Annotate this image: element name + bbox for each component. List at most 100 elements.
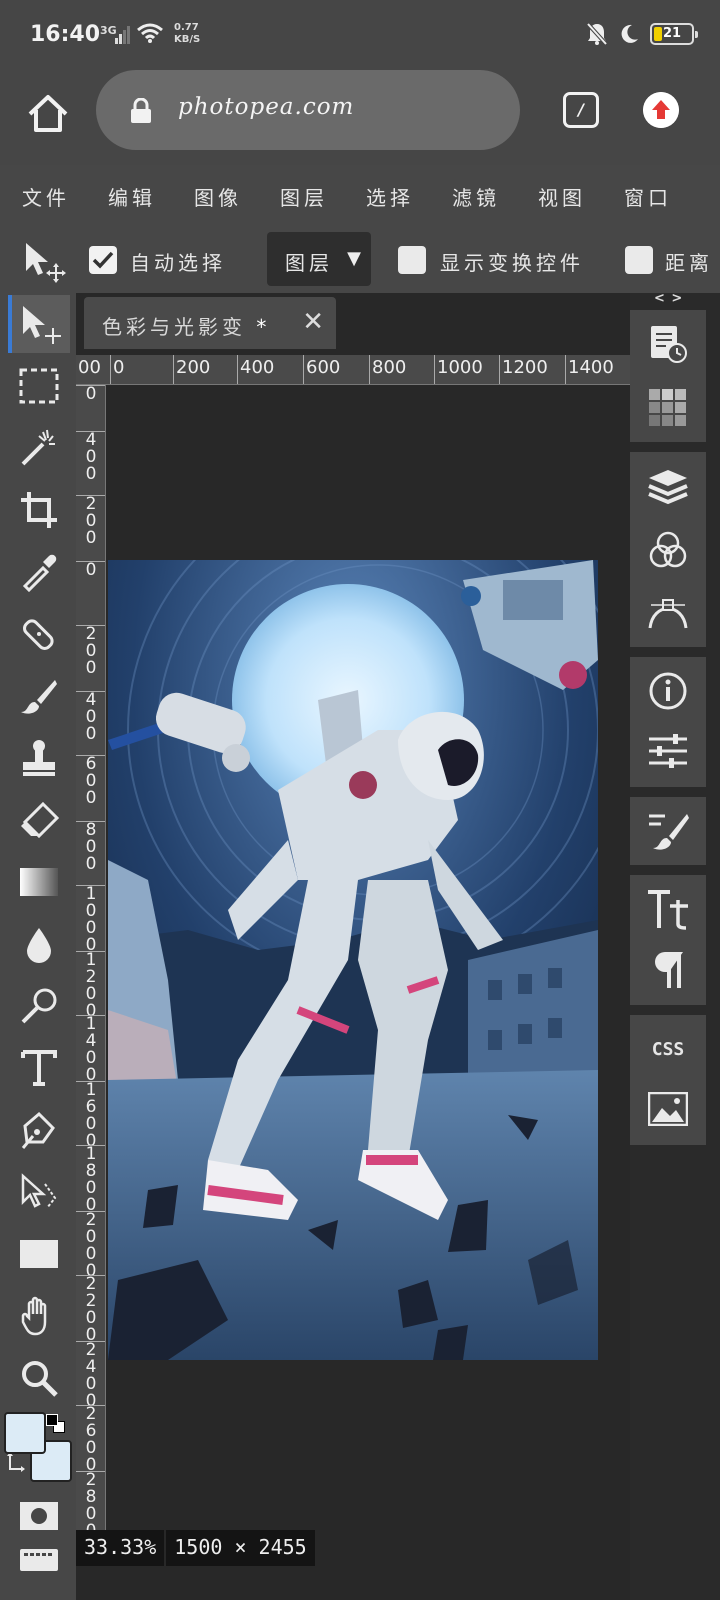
brush-settings-panel-button[interactable]: [646, 809, 690, 853]
collapse-panels-button[interactable]: < >: [654, 291, 683, 306]
layers-panel-button[interactable]: [646, 464, 690, 508]
eyedropper-tool[interactable]: [8, 543, 70, 601]
ruler-tick: 0: [76, 385, 105, 403]
clone-stamp-tool[interactable]: [8, 729, 70, 787]
eraser-icon: [21, 801, 59, 839]
ruler-tick: 800: [369, 355, 406, 384]
properties-panel-button[interactable]: [646, 729, 690, 773]
path-selection-tool[interactable]: [8, 1163, 70, 1221]
menu-image[interactable]: 图像: [194, 182, 280, 211]
horizontal-ruler: 00 0 200 400 600 800 1000 1200 1400: [76, 355, 630, 385]
history-panel-button[interactable]: [646, 322, 690, 366]
image-panel-button[interactable]: [646, 1087, 690, 1131]
marquee-icon: [19, 368, 59, 404]
ruler-tick: 200: [76, 625, 105, 677]
url-text: photopea.com: [178, 94, 355, 120]
keyboard-tool[interactable]: [8, 1539, 70, 1579]
css-panel-button[interactable]: CSS: [646, 1027, 690, 1071]
speed-unit: KB/S: [174, 34, 201, 45]
marquee-tool[interactable]: [8, 357, 70, 415]
show-transform-checkbox[interactable]: [398, 246, 426, 274]
document-tab[interactable]: 色彩与光影变 * ✕: [84, 297, 336, 349]
gradient-icon: [20, 868, 58, 896]
home-icon[interactable]: [24, 90, 72, 138]
address-bar[interactable]: photopea.com: [96, 70, 520, 150]
ruler-tick: 1800: [76, 1145, 105, 1214]
paragraph-icon: [655, 952, 683, 988]
signal-icon: [115, 26, 130, 44]
auto-select-checkbox[interactable]: [89, 246, 117, 274]
rectangle-icon: [20, 1240, 58, 1268]
channels-panel-button[interactable]: [646, 528, 690, 572]
chevron-down-icon: ▼: [347, 248, 361, 269]
close-icon[interactable]: ✕: [302, 307, 324, 337]
auto-select-label: 自动选择: [130, 251, 226, 275]
paths-panel-button[interactable]: [646, 590, 690, 634]
ruler-tick: 200: [173, 355, 210, 384]
update-icon[interactable]: [643, 92, 679, 128]
pen-icon: [21, 1111, 55, 1149]
type-tool[interactable]: [8, 1039, 70, 1097]
gradient-tool[interactable]: [8, 853, 70, 911]
auto-select-target-dropdown[interactable]: 图层 ▼: [267, 232, 371, 286]
menu-select[interactable]: 选择: [366, 182, 452, 211]
menu-view[interactable]: 视图: [538, 182, 624, 211]
dropdown-value: 图层: [285, 251, 333, 275]
blur-tool[interactable]: [8, 915, 70, 973]
dodge-icon: [21, 988, 57, 1024]
eraser-tool[interactable]: [8, 791, 70, 849]
distance-label: 距离: [665, 251, 713, 275]
tab-switcher-button[interactable]: /: [563, 92, 599, 128]
ruler-tick: 1400: [565, 355, 614, 384]
menu-layer[interactable]: 图层: [280, 182, 366, 211]
ruler-tick: 1400: [76, 1015, 105, 1084]
quick-mask-tool[interactable]: [8, 1487, 70, 1545]
panel-group-history: [630, 310, 706, 442]
document-dimensions: 1500 × 2455: [166, 1530, 315, 1566]
menu-filter[interactable]: 滤镜: [452, 182, 538, 211]
paragraph-panel-button[interactable]: [646, 947, 690, 991]
crop-tool[interactable]: [8, 481, 70, 539]
ruler-tick: 200: [76, 495, 105, 547]
move-tool-icon: [26, 243, 66, 283]
panel-group-layers: [630, 452, 706, 647]
distance-checkbox[interactable]: [625, 246, 653, 274]
ruler-tick: 2800: [76, 1471, 105, 1535]
brush-tool[interactable]: [8, 667, 70, 725]
bandage-icon: [23, 619, 54, 650]
text-icon: [21, 1050, 57, 1086]
history-icon: [651, 326, 687, 363]
character-icon: [648, 890, 688, 930]
zoom-tool[interactable]: [8, 1349, 70, 1407]
canvas-artwork[interactable]: [108, 560, 598, 1360]
character-panel-button[interactable]: [646, 887, 690, 931]
vertical-ruler: 0 400 200 0 200 400 600 800 1000 1200 1400 1600 1800…: [76, 385, 106, 1535]
default-colors-fg-icon[interactable]: [46, 1414, 58, 1426]
paths-icon: [648, 599, 688, 629]
dodge-tool[interactable]: [8, 977, 70, 1035]
menu-edit[interactable]: 编辑: [108, 182, 194, 211]
zoom-level[interactable]: 33.33%: [76, 1530, 165, 1566]
menu-file[interactable]: 文件: [22, 182, 108, 211]
shape-tool[interactable]: [8, 1225, 70, 1283]
hand-tool[interactable]: [8, 1287, 70, 1345]
swatches-panel-button[interactable]: [646, 386, 690, 430]
info-panel-button[interactable]: [646, 669, 690, 713]
swap-colors-icon[interactable]: [6, 1451, 28, 1475]
move-tool[interactable]: [8, 295, 70, 353]
drop-icon: [27, 928, 51, 963]
pen-tool[interactable]: [8, 1101, 70, 1159]
panel-group-brush: [630, 797, 706, 865]
ruler-tick: 1200: [499, 355, 548, 384]
healing-brush-tool[interactable]: [8, 605, 70, 663]
channels-icon: [649, 531, 687, 568]
magic-wand-tool[interactable]: [8, 419, 70, 477]
foreground-color-swatch[interactable]: [4, 1412, 46, 1454]
brush-icon: [21, 680, 57, 714]
ruler-tick: 400: [237, 355, 274, 384]
move-icon: [23, 306, 61, 344]
document-title-text: 色彩与光影变: [102, 315, 246, 339]
mute-bell-icon: [586, 22, 608, 46]
menu-window[interactable]: 窗口: [624, 182, 710, 211]
ruler-tick: 1000: [434, 355, 483, 384]
